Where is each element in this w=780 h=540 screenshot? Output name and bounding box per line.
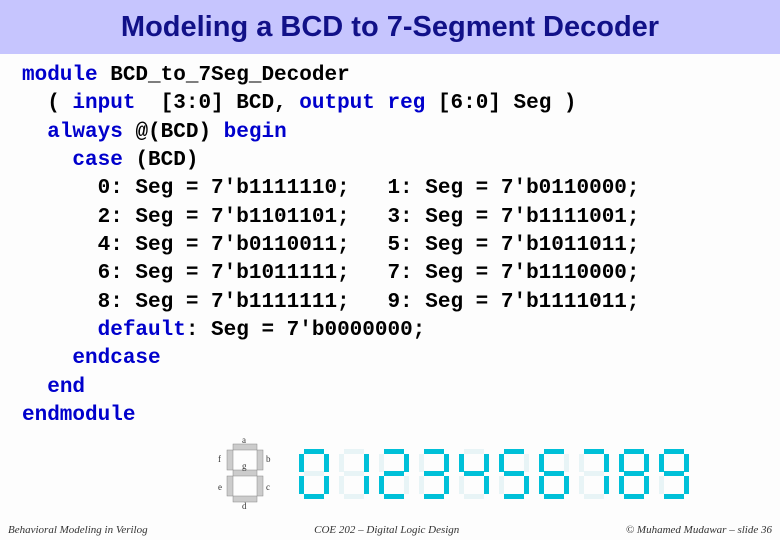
case-2-3: 2: Seg = 7'b1101101; 3: Seg = 7'b1111001… [22, 206, 640, 229]
digit-2 [375, 447, 413, 501]
digit-7 [575, 447, 613, 501]
illustration-row: a b c d e f g [215, 438, 693, 510]
slide-footer: Behavioral Modeling in Verilog COE 202 –… [0, 524, 780, 536]
kw-endmodule: endmodule [22, 404, 135, 427]
case-8-9: 8: Seg = 7'b1111111; 9: Seg = 7'b1111011… [22, 291, 640, 314]
t [22, 319, 98, 342]
kw-endcase: endcase [72, 347, 160, 370]
digit-0 [295, 447, 333, 501]
seg-label-d: d [242, 501, 247, 510]
seg-label-a: a [242, 438, 246, 445]
t: ( [22, 92, 72, 115]
seg-label-e: e [218, 482, 222, 492]
kw-begin: begin [224, 121, 287, 144]
t [22, 121, 47, 144]
t: : Seg = 7'b0000000; [186, 319, 425, 342]
kw-module: module [22, 64, 98, 87]
footer-left: Behavioral Modeling in Verilog [8, 524, 148, 536]
seg-label-f: f [218, 454, 221, 464]
seg-label-c: c [266, 482, 270, 492]
footer-right: © Muhamed Mudawar – slide 36 [626, 524, 772, 536]
digit-4 [455, 447, 493, 501]
seg-label-g: g [242, 461, 247, 471]
digit-9 [655, 447, 693, 501]
kw-default: default [98, 319, 186, 342]
slide-title: Modeling a BCD to 7-Segment Decoder [0, 0, 780, 54]
seven-segment-diagram: a b c d e f g [215, 438, 277, 510]
kw-output-reg: output reg [299, 92, 425, 115]
kw-input: input [72, 92, 135, 115]
mod-name: BCD_to_7Seg_Decoder [98, 64, 350, 87]
t [22, 376, 47, 399]
digit-3 [415, 447, 453, 501]
digit-8 [615, 447, 653, 501]
verilog-code: module BCD_to_7Seg_Decoder ( input [3:0]… [0, 54, 780, 430]
seg-label-b: b [266, 454, 271, 464]
case-4-5: 4: Seg = 7'b0110011; 5: Seg = 7'b1011011… [22, 234, 640, 257]
t [22, 149, 72, 172]
digit-6 [535, 447, 573, 501]
t: @(BCD) [123, 121, 224, 144]
case-6-7: 6: Seg = 7'b1011111; 7: Seg = 7'b1110000… [22, 262, 640, 285]
seven-segment-digits [295, 447, 693, 501]
digit-1 [335, 447, 373, 501]
t: (BCD) [123, 149, 199, 172]
t [22, 347, 72, 370]
footer-center: COE 202 – Digital Logic Design [314, 524, 459, 536]
slide-title-text: Modeling a BCD to 7-Segment Decoder [121, 11, 659, 44]
kw-always: always [47, 121, 123, 144]
kw-end: end [47, 376, 85, 399]
t: [6:0] Seg ) [425, 92, 576, 115]
kw-case: case [72, 149, 122, 172]
case-0-1: 0: Seg = 7'b1111110; 1: Seg = 7'b0110000… [22, 177, 640, 200]
t: [3:0] BCD, [135, 92, 299, 115]
digit-5 [495, 447, 533, 501]
